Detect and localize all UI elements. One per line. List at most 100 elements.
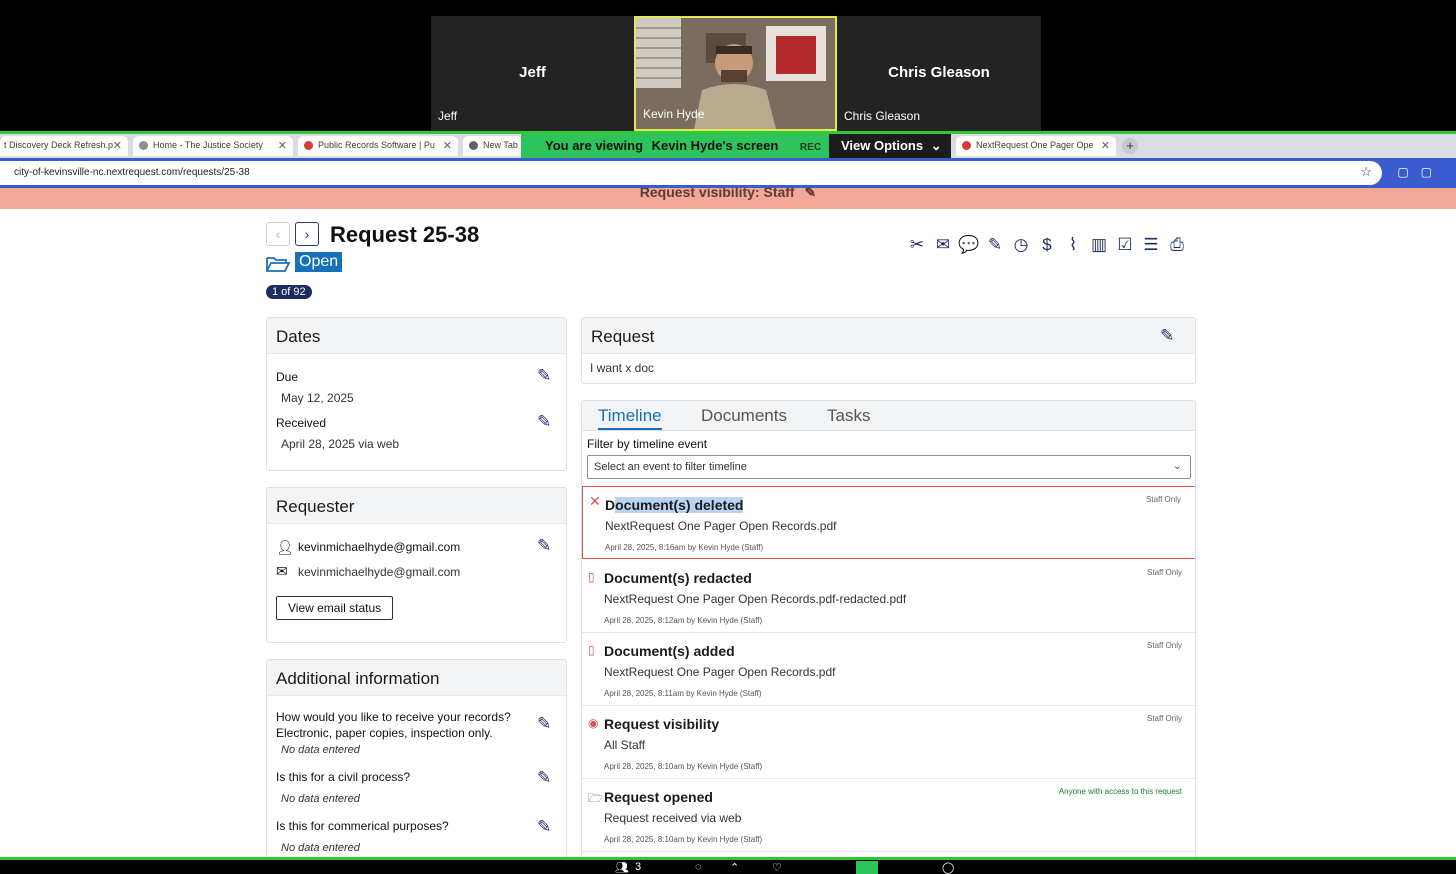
timeline-event[interactable]: ◉ Request visibility All Staff April 28,… [582, 706, 1195, 779]
next-request-button[interactable]: › [295, 222, 319, 246]
print-icon[interactable]: ⎙ [1166, 234, 1188, 256]
close-tab-icon[interactable]: ✕ [443, 139, 452, 152]
document-icon: ▯ [588, 570, 595, 584]
view-email-status-button[interactable]: View email status [276, 596, 394, 620]
envelope-icon[interactable]: ✉ [932, 234, 954, 256]
question-label: Is this for commerical purposes? [276, 819, 449, 833]
additional-info-panel: Additional information How would you lik… [266, 659, 567, 857]
dates-panel: Dates Due May 12, 2025 ✎ Received April … [266, 317, 567, 471]
request-body: I want x doc [590, 361, 655, 375]
event-title: Document(s) deleted [605, 497, 744, 513]
edit-answer-pencil-icon[interactable]: ✎ [537, 768, 551, 788]
nextrequest-page: Request visibility: Staff ✎ ‹ › Request … [0, 188, 1456, 857]
filter-placeholder: Select an event to filter timeline [594, 461, 747, 473]
chat-icon[interactable]: ◌ [695, 861, 702, 873]
edit-answer-pencil-icon[interactable]: ✎ [537, 714, 551, 734]
requester-name: kevinmichaelhyde@gmail.com [298, 540, 461, 554]
chevron-up-icon[interactable]: ⌃ [730, 861, 739, 874]
viewing-text: You are viewing [545, 138, 644, 153]
extension-icons[interactable]: ▢▢ [1397, 165, 1444, 179]
close-tab-icon[interactable]: ✕ [113, 139, 122, 152]
event-scope: Staff Only [1147, 641, 1182, 650]
edit-due-pencil-icon[interactable]: ✎ [537, 366, 551, 386]
browser-tab[interactable]: NextRequest One Pager Ope ✕ [956, 136, 1116, 156]
due-label: Due [276, 370, 299, 384]
participant-big-name: Chris Gleason [888, 64, 990, 81]
more-icon[interactable]: ◯ [942, 861, 954, 874]
requester-heading: Requester [267, 488, 566, 524]
view-options-button[interactable]: View Options ⌄ [829, 134, 951, 158]
chat-icon[interactable]: 💬 [958, 234, 980, 256]
timeline-event[interactable]: 🗁 Request opened Request received via we… [582, 779, 1195, 852]
request-panel: Request ✎ I want x doc [581, 317, 1196, 384]
event-detail: Request received via web [604, 811, 742, 825]
requester-panel: Requester 👤︎ kevinmichaelhyde@gmail.com … [266, 487, 567, 643]
tab-tasks[interactable]: Tasks [827, 406, 870, 426]
heart-icon[interactable]: ♡ [772, 861, 782, 874]
participant-tile-jeff[interactable]: Jeff Jeff [431, 16, 634, 131]
participant-tile-kevin[interactable]: Kevin Hyde [634, 16, 837, 131]
tab-documents[interactable]: Documents [701, 406, 787, 426]
tab-favicon-icon [304, 141, 313, 150]
tools-icon[interactable]: ✂ [906, 234, 928, 256]
checklist-icon[interactable]: ☰ [1140, 234, 1162, 256]
timeline-event[interactable]: ✕ Document(s) deleted NextRequest One Pa… [582, 486, 1195, 559]
clock-icon[interactable]: ◷ [1010, 234, 1032, 256]
previous-request-button[interactable]: ‹ [266, 222, 290, 246]
edit-answer-pencil-icon[interactable]: ✎ [537, 817, 551, 837]
dates-heading: Dates [267, 318, 566, 354]
view-options-label: View Options [841, 138, 924, 153]
requester-email: kevinmichaelhyde@gmail.com [298, 565, 461, 579]
browser-address-bar: city-of-kevinsville-nc.nextrequest.com/r… [0, 158, 1456, 188]
browser-tab[interactable]: Home - The Justice Society ✕ [133, 136, 293, 156]
question-label: How would you like to receive your recor… [276, 710, 511, 740]
answer-value: No data entered [281, 793, 360, 805]
pencil-icon[interactable]: ✎ [804, 188, 816, 200]
request-visibility-bar: Request visibility: Staff ✎ [0, 188, 1456, 209]
filter-label: Filter by timeline event [587, 437, 708, 451]
browser-tab[interactable]: Public Records Software | Pu ✕ [298, 136, 458, 156]
chevron-down-icon: ⌄ [930, 138, 942, 153]
tab-favicon-icon [962, 141, 971, 150]
participant-tile-chris[interactable]: Chris Gleason Chris Gleason [837, 16, 1041, 131]
edit-requester-pencil-icon[interactable]: ✎ [537, 536, 551, 556]
event-title: Document(s) added [604, 643, 735, 659]
eye-icon: ◉ [588, 716, 599, 730]
request-counter-badge: 1 of 92 [266, 285, 312, 299]
close-tab-icon[interactable]: ✕ [278, 139, 287, 152]
dollar-icon[interactable]: $ [1036, 234, 1058, 256]
edit-received-pencil-icon[interactable]: ✎ [537, 412, 551, 432]
columns-icon[interactable]: ▥ [1088, 234, 1110, 256]
paperclip-icon[interactable]: ⌇ [1062, 234, 1084, 256]
bookmark-star-icon[interactable]: ☆ [1360, 164, 1372, 180]
timeline-filter-select[interactable]: Select an event to filter timeline ⌄ [587, 455, 1191, 479]
checkbox-icon[interactable]: ☑ [1114, 234, 1136, 256]
participant-label: Chris Gleason [844, 109, 921, 123]
chevron-down-icon: ⌄ [1172, 460, 1182, 472]
event-detail: NextRequest One Pager Open Records.pdf [604, 665, 836, 679]
share-screen-icon[interactable] [856, 861, 878, 874]
edit-note-icon[interactable]: ✎ [984, 234, 1006, 256]
timeline-event[interactable]: ▯ Document(s) added NextRequest One Page… [582, 633, 1195, 706]
new-tab-button[interactable]: + [1122, 138, 1138, 154]
close-tab-icon[interactable]: ✕ [1101, 139, 1110, 152]
event-detail: NextRequest One Pager Open Records.pdf-r… [604, 592, 907, 606]
participant-label: Kevin Hyde [643, 107, 705, 121]
edit-request-pencil-icon[interactable]: ✎ [1160, 326, 1174, 346]
tab-timeline[interactable]: Timeline [598, 406, 662, 430]
timeline-event[interactable]: ▯ Document(s) redacted NextRequest One P… [582, 560, 1195, 633]
participants-icon[interactable]: 👥︎ [615, 861, 629, 874]
tab-favicon-icon [469, 141, 478, 150]
zoom-participant-strip: Jeff Jeff Kevin Hyde Chris Gleason Chris… [0, 0, 1456, 131]
timeline-tabs: Timeline Documents Tasks [582, 401, 1195, 431]
event-meta: April 28, 2025, 8:12am by Kevin Hyde (St… [604, 616, 763, 625]
event-meta: April 28, 2025, 8:10am by Kevin Hyde (St… [604, 762, 763, 771]
browser-tab[interactable]: New Tab [463, 136, 523, 156]
browser-tab[interactable]: t Discovery Deck Refresh.p ✕ [0, 136, 128, 156]
zoom-viewing-banner: You are viewing Kevin Hyde's screen REC [521, 134, 829, 158]
participant-label: Jeff [438, 109, 458, 123]
event-scope: Staff Only [1146, 495, 1181, 504]
event-title: Request visibility [604, 716, 720, 732]
viewing-name: Kevin Hyde's screen [651, 138, 779, 153]
url-field[interactable]: city-of-kevinsville-nc.nextrequest.com/r… [0, 161, 1382, 185]
